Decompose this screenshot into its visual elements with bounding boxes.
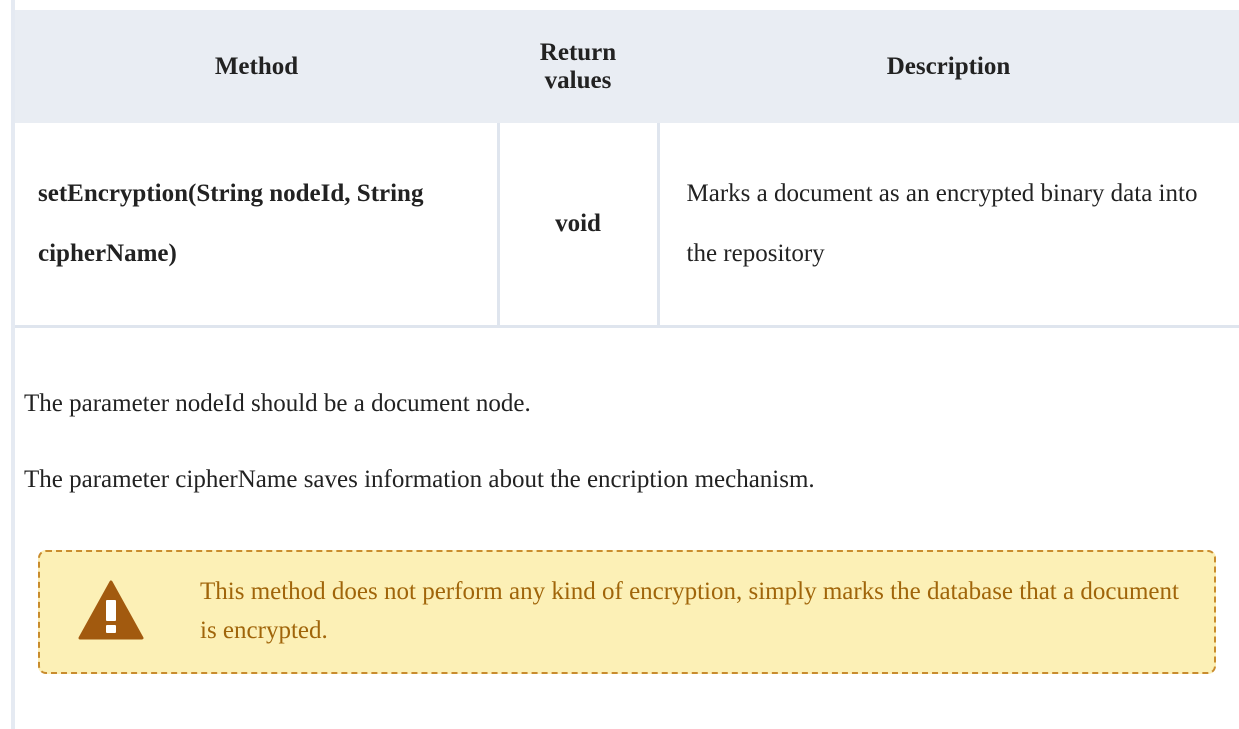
return-value: void [498,123,660,328]
method-signature: setEncryption(String nodeId, String ciph… [15,123,500,328]
paragraph-cipher-name: The parameter cipherName saves informati… [24,466,815,493]
header-method: Method [15,10,498,123]
method-description: Marks a document as an encrypted binary … [658,123,1239,328]
header-return-values: Return values [498,10,658,123]
table-row: setEncryption(String nodeId, String ciph… [15,123,1239,328]
warning-icon [78,580,144,640]
method-table: Method Return values Description setEncr… [15,10,1239,328]
page-content: Method Return values Description setEncr… [15,10,1239,328]
header-description: Description [658,10,1239,123]
paragraph-node-id: The parameter nodeId should be a documen… [24,390,531,417]
warning-callout: This method does not perform any kind of… [38,550,1216,674]
table-header-row: Method Return values Description [15,10,1239,123]
warning-text: This method does not perform any kind of… [200,578,1179,644]
